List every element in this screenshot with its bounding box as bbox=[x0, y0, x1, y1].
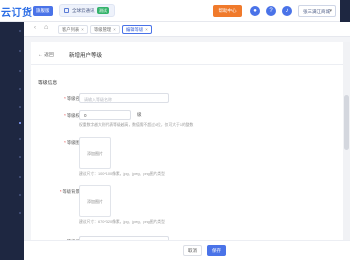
account-name: 张三满江商城 bbox=[303, 9, 330, 14]
sidebar-item-icon[interactable] bbox=[19, 176, 21, 178]
level-weight-unit: 级 bbox=[137, 112, 142, 117]
level-weight-input[interactable]: 0 bbox=[79, 110, 131, 120]
cancel-button[interactable]: 取消 bbox=[183, 245, 202, 256]
level-weight-hint: 权重数字越大则代表等级越高，数值需不超过4位，仅可大于1的整数 bbox=[79, 123, 194, 127]
level-icon-hint: 建议尺寸：100*100像素，jpg、jpeg、png图片类型 bbox=[79, 172, 165, 176]
scrollbar-thumb[interactable] bbox=[344, 95, 349, 150]
store-name: 全球云通讯 bbox=[72, 8, 95, 13]
level-icon-upload[interactable]: 添加图片 bbox=[79, 137, 111, 169]
section-title: 等级信息 bbox=[38, 81, 58, 86]
level-bg-label: *等级背景图 bbox=[59, 189, 84, 194]
sidebar-item-icon[interactable] bbox=[19, 88, 21, 90]
level-weight-value: 0 bbox=[84, 113, 87, 118]
scrollbar-track[interactable] bbox=[343, 42, 350, 260]
close-icon: × bbox=[113, 27, 116, 32]
level-name-placeholder: 请输入等级名称 bbox=[84, 96, 112, 102]
close-icon: × bbox=[81, 27, 84, 32]
level-weight-label: *等级权重 bbox=[64, 113, 84, 118]
store-badge: 测试 bbox=[97, 7, 109, 14]
sidebar-item-icon[interactable] bbox=[19, 138, 21, 140]
help-icon[interactable]: ? bbox=[266, 6, 276, 16]
account-dropdown[interactable]: 张三满江商城 ▾ bbox=[298, 5, 336, 17]
page-title: 新增用户等级 bbox=[69, 53, 103, 59]
user-icon[interactable]: ● bbox=[250, 6, 260, 16]
sidebar-item-icon[interactable] bbox=[19, 50, 21, 52]
save-button[interactable]: 保存 bbox=[207, 245, 226, 256]
sidebar-item-icon[interactable] bbox=[19, 122, 21, 124]
level-name-input[interactable]: 请输入等级名称 bbox=[79, 93, 169, 103]
level-icon-upload-text: 添加图片 bbox=[87, 151, 103, 156]
chevron-down-icon: ▾ bbox=[329, 8, 332, 14]
sidebar-item-icon[interactable] bbox=[19, 212, 21, 214]
action-bar: 取消 保存 bbox=[24, 240, 350, 260]
store-switcher[interactable]: 全球云通讯 测试 bbox=[59, 4, 115, 17]
level-bg-hint: 建议尺寸：670*320像素，jpg、jpeg、png图片类型 bbox=[79, 220, 165, 224]
back-link[interactable]: ← 返回 bbox=[38, 51, 54, 58]
sidebar-item-icon[interactable] bbox=[19, 156, 21, 158]
header-edge bbox=[340, 0, 350, 22]
help-center-button[interactable]: 帮助中心 bbox=[213, 5, 242, 17]
sidebar-item-icon[interactable] bbox=[19, 194, 21, 196]
sidebar-item-icon[interactable] bbox=[19, 106, 21, 108]
sidebar-item-icon[interactable] bbox=[19, 70, 21, 72]
level-bg-upload[interactable]: 添加图片 bbox=[79, 185, 111, 217]
tab-level-management[interactable]: 等级管理 × bbox=[90, 25, 120, 34]
chevron-left-icon[interactable]: ‹ bbox=[34, 25, 36, 31]
level-bg-upload-text: 添加图片 bbox=[87, 199, 103, 204]
close-icon: × bbox=[145, 27, 148, 32]
sidebar-item-icon[interactable] bbox=[19, 30, 21, 32]
tab-edit-level[interactable]: 编辑等级 × bbox=[122, 25, 152, 34]
content-panel: ← 返回 新增用户等级 等级信息 *等级名称 请输入等级名称 *等级权重 0 级… bbox=[31, 42, 350, 260]
top-header: 云订货 旗舰版 全球云通讯 测试 帮助中心 ● ? ♪ 张三满江商城 ▾ bbox=[0, 0, 350, 22]
tab-customer-list[interactable]: 客户列表 × bbox=[58, 25, 88, 34]
tab-bar: ‹ ⌂ 客户列表 × 等级管理 × 编辑等级 × bbox=[24, 22, 350, 37]
store-icon bbox=[64, 8, 69, 13]
app-logo[interactable]: 云订货 bbox=[1, 4, 33, 19]
home-icon[interactable]: ⌂ bbox=[44, 24, 48, 31]
bell-icon[interactable]: ♪ bbox=[282, 6, 292, 16]
divider bbox=[31, 64, 350, 65]
edition-badge: 旗舰版 bbox=[33, 6, 53, 16]
level-name-label: *等级名称 bbox=[64, 96, 84, 101]
level-icon-label: *等级图标 bbox=[64, 140, 84, 145]
sidebar bbox=[0, 22, 24, 260]
